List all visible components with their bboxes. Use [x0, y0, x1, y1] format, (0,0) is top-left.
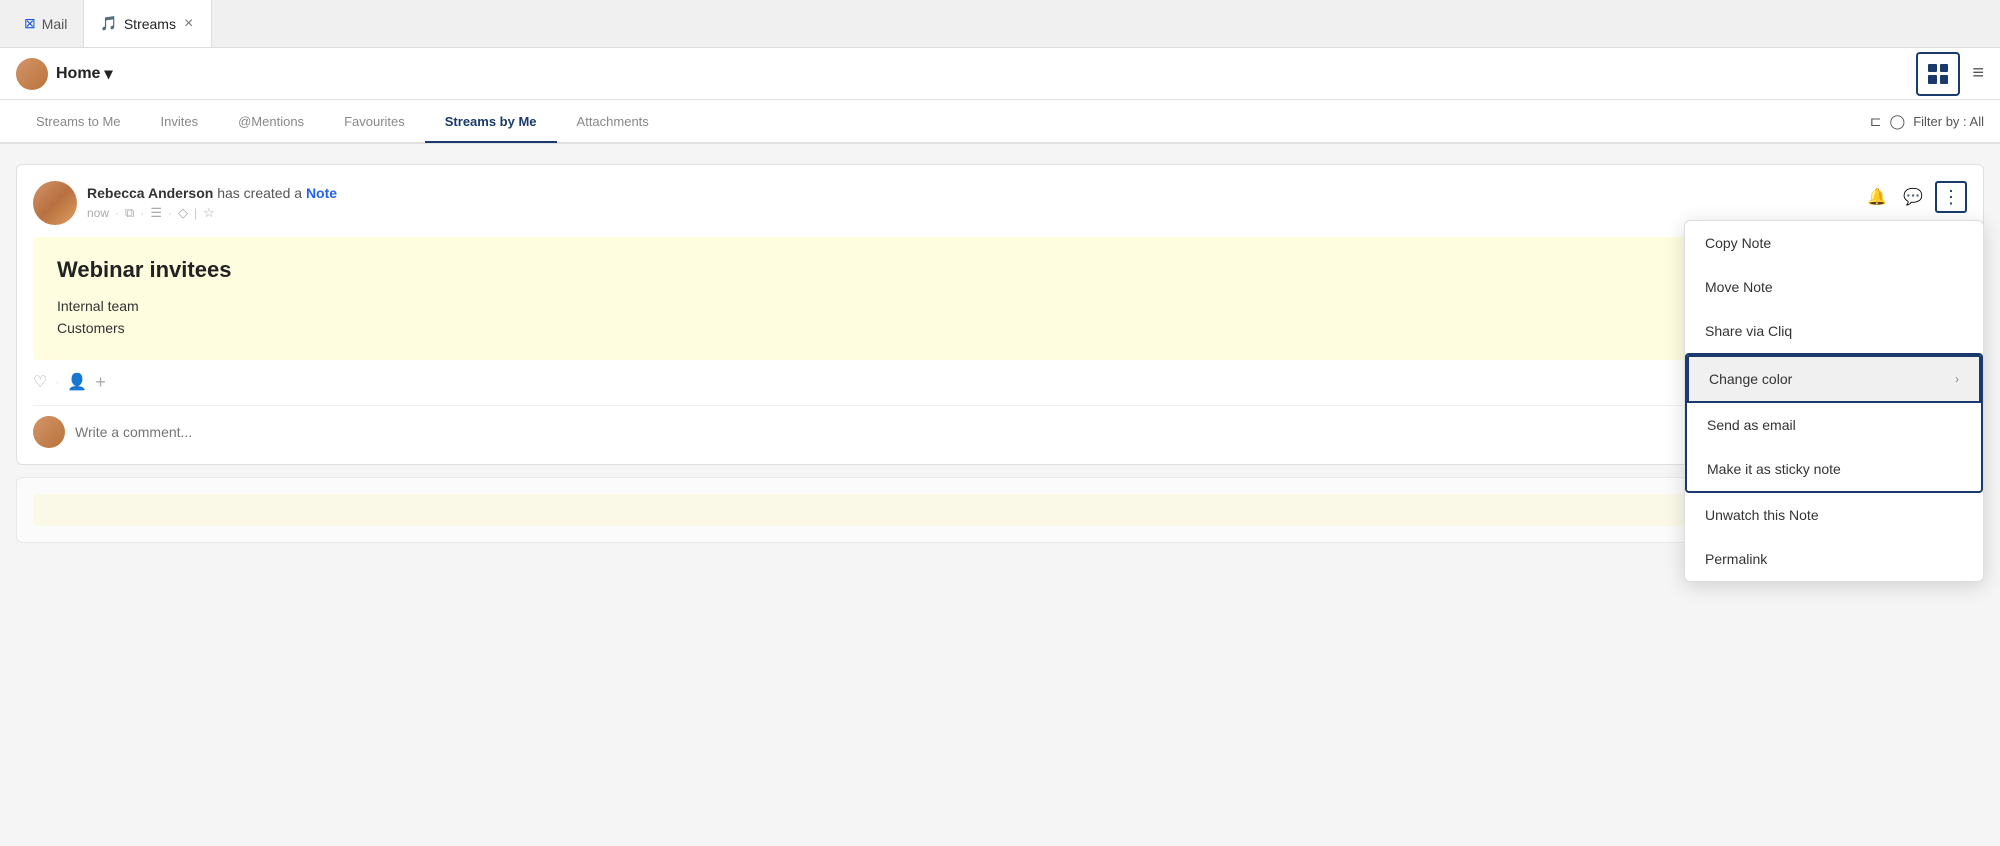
share-via-cliq-label: Share via Cliq [1705, 323, 1792, 339]
change-color-item[interactable]: Change color › [1687, 355, 1981, 403]
filter-icon: ⊏ [1870, 113, 1882, 130]
make-sticky-item[interactable]: Make it as sticky note [1687, 447, 1981, 491]
card-actions: 🔔 💬 ⋮ [1863, 181, 1967, 213]
send-as-email-item[interactable]: Send as email [1687, 403, 1981, 447]
home-label-text: Home [56, 65, 100, 83]
share-via-cliq-item[interactable]: Share via Cliq [1685, 309, 1983, 353]
home-button[interactable]: Home ▾ [56, 64, 112, 84]
footer-separator: · [55, 375, 59, 389]
star-icon[interactable]: ☆ [203, 205, 215, 221]
tab-favourites[interactable]: Favourites [324, 101, 425, 143]
meta-separator-2: · [140, 206, 144, 220]
chat-button[interactable]: 💬 [1899, 183, 1927, 211]
commenter-avatar [33, 416, 65, 448]
filter-label[interactable]: Filter by : All [1913, 114, 1984, 129]
tab-streams-to-me[interactable]: Streams to Me [16, 101, 141, 143]
copy-note-item[interactable]: Copy Note [1685, 221, 1983, 265]
grid-icon [1928, 64, 1948, 84]
meta-separator: · [115, 206, 119, 220]
alarm-button[interactable]: 🔔 [1863, 183, 1891, 211]
note-content: Webinar invitees Internal team Customers… [33, 237, 1967, 360]
more-options-button[interactable]: ⋮ [1935, 181, 1967, 213]
move-note-item[interactable]: Move Note [1685, 265, 1983, 309]
user-meta: now · ⧉ · ☰ · ◇ | ☆ [87, 205, 337, 221]
action-text: has created a [217, 185, 306, 201]
notes-list-icon[interactable]: ☰ [150, 205, 162, 221]
hamburger-menu-button[interactable]: ≡ [1972, 62, 1984, 85]
stream-card-header: Rebecca Anderson has created a Note now … [33, 181, 1967, 225]
tag-icon[interactable]: ◇ [178, 205, 188, 221]
header-left: Home ▾ [16, 58, 112, 90]
note-line-2: Customers [57, 317, 1943, 339]
stream-card-user-info: Rebecca Anderson has created a Note now … [33, 181, 337, 225]
permalink-label: Permalink [1705, 551, 1767, 567]
tab-mentions[interactable]: @Mentions [218, 101, 324, 143]
chevron-right-icon: › [1955, 372, 1959, 386]
nav-tabs: Streams to Me Invites @Mentions Favourit… [0, 100, 2000, 144]
close-tab-button[interactable]: × [182, 15, 195, 33]
header-right: ≡ [1916, 52, 1984, 96]
make-sticky-label: Make it as sticky note [1707, 461, 1841, 477]
filter-area: ⊏ ◯ Filter by : All [1870, 113, 1984, 130]
timestamp: now [87, 206, 109, 220]
streams-tab-icon: 🎵 [100, 15, 117, 32]
move-note-label: Move Note [1705, 279, 1773, 295]
user-activity-line: Rebecca Anderson has created a Note [87, 185, 337, 201]
send-as-email-label: Send as email [1707, 417, 1796, 433]
external-link-icon[interactable]: ⧉ [125, 205, 134, 221]
tab-attachments[interactable]: Attachments [557, 101, 669, 143]
add-button[interactable]: + [95, 372, 106, 393]
unwatch-item[interactable]: Unwatch this Note [1685, 493, 1983, 537]
context-menu-highlighted-section: Change color › Send as email Make it as … [1685, 353, 1983, 493]
tab-mail-label: Mail [42, 16, 68, 32]
tab-bar: ⊠ Mail 🎵 Streams × [0, 0, 2000, 48]
post-user-avatar [33, 181, 77, 225]
note-line-1: Internal team [57, 295, 1943, 317]
tab-streams-label: Streams [124, 16, 176, 32]
card-footer: ♡ · 👤 + [33, 372, 1967, 393]
user-avatar [16, 58, 48, 90]
note-title: Webinar invitees [57, 257, 1943, 283]
meta-separator-4: | [194, 206, 197, 220]
context-menu: Copy Note Move Note Share via Cliq Chang… [1684, 220, 1984, 582]
tab-streams-by-me[interactable]: Streams by Me [425, 101, 557, 143]
user-info: Rebecca Anderson has created a Note now … [87, 185, 337, 221]
note-body: Internal team Customers [57, 295, 1943, 340]
add-person-icon[interactable]: 👤 [67, 372, 87, 392]
tab-invites[interactable]: Invites [141, 101, 219, 143]
copy-note-label: Copy Note [1705, 235, 1771, 251]
unwatch-label: Unwatch this Note [1705, 507, 1819, 523]
comment-box [33, 405, 1967, 448]
note-content-2 [33, 494, 1967, 526]
header: Home ▾ ≡ [0, 48, 2000, 100]
meta-separator-3: · [168, 206, 172, 220]
change-color-label: Change color [1709, 371, 1792, 387]
permalink-item[interactable]: Permalink [1685, 537, 1983, 581]
chevron-down-icon: ▾ [104, 64, 112, 84]
grid-view-button[interactable] [1916, 52, 1960, 96]
heart-icon[interactable]: ♡ [33, 372, 47, 392]
unread-filter-icon: ◯ [1890, 113, 1906, 130]
tab-mail[interactable]: ⊠ Mail [8, 0, 83, 47]
mail-icon: ⊠ [24, 15, 36, 32]
tab-streams[interactable]: 🎵 Streams × [83, 0, 212, 47]
